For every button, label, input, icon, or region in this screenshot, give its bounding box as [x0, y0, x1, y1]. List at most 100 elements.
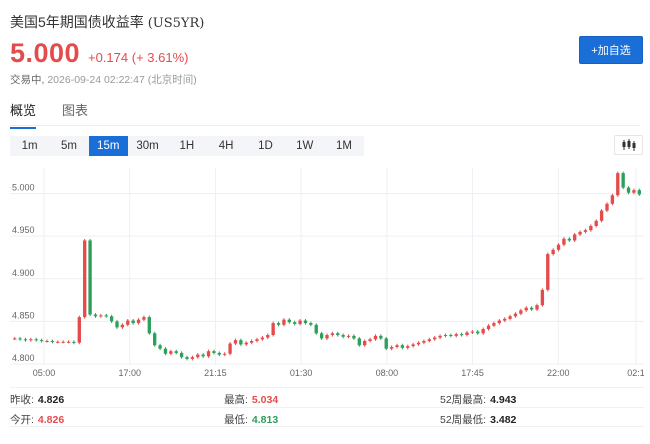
candle-body: [244, 342, 248, 345]
candle-body: [529, 307, 534, 310]
candle-body: [115, 321, 119, 328]
stats-row: 今开: 4.826 最低: 4.813 52周最低: 3.482: [10, 407, 644, 427]
candle-body: [298, 320, 302, 324]
candle-body: [158, 345, 162, 349]
candle-body: [266, 335, 270, 338]
candle-body: [443, 335, 448, 337]
x-tick-label: 01:30: [290, 368, 313, 378]
candle-body: [578, 231, 582, 235]
candle-body: [233, 340, 238, 344]
period-5m[interactable]: 5m: [49, 136, 88, 156]
candle-body: [325, 335, 329, 339]
stat-open: 今开: 4.826: [10, 414, 65, 426]
add-to-watchlist-button[interactable]: +加自选: [579, 36, 643, 64]
candle-body: [50, 340, 55, 342]
candle-body: [260, 337, 265, 340]
candle-body: [61, 341, 65, 343]
period-1w[interactable]: 1W: [285, 136, 324, 156]
candle-body: [562, 238, 566, 245]
candle-body: [83, 240, 87, 318]
stat-high: 最高: 5.034: [224, 394, 279, 406]
stat-52wk-high: 52周最高: 4.943: [440, 394, 517, 406]
stats-row: 昨收: 4.826 最高: 5.034 52周最高: 4.943: [10, 387, 644, 407]
candle-body: [427, 339, 431, 341]
x-tick-label: 08:00: [376, 368, 399, 378]
candle-body: [599, 210, 604, 221]
candle-body: [23, 339, 28, 341]
candle-body: [196, 354, 200, 358]
candle-body: [99, 315, 103, 317]
candle-body: [573, 234, 577, 241]
stat-52wk-low: 52周最低: 3.482: [440, 414, 517, 426]
period-1h[interactable]: 1H: [167, 136, 206, 156]
candle-body: [330, 333, 335, 336]
candle-body: [363, 340, 367, 346]
candle-body: [72, 341, 76, 343]
candle-body: [287, 319, 291, 323]
candle-body: [540, 289, 545, 306]
candle-body: [621, 173, 625, 188]
candle-body: [454, 334, 458, 336]
candle-body: [632, 190, 636, 193]
prev-close-value: 4.826: [37, 394, 65, 406]
candle-body: [341, 335, 345, 337]
candle-body: [605, 203, 609, 211]
low-value: 4.813: [251, 414, 279, 426]
period-1d[interactable]: 1D: [246, 136, 285, 156]
candle-body: [309, 323, 313, 325]
candle-body: [616, 173, 620, 196]
period-4h[interactable]: 4H: [206, 136, 245, 156]
candle-body: [395, 345, 399, 347]
candle-body: [169, 351, 173, 354]
candle-body: [212, 351, 216, 353]
chart-type-button[interactable]: [614, 135, 643, 155]
candle-body: [336, 333, 340, 336]
candle-body: [217, 352, 221, 355]
candle-body: [637, 190, 641, 195]
candle-body: [34, 339, 38, 341]
timestamp: 2026-09-24 02:22:47 (北京时间): [47, 74, 197, 86]
period-15m[interactable]: 15m: [88, 136, 128, 156]
period-1m[interactable]: 1m: [10, 136, 49, 156]
candle-body: [223, 353, 227, 355]
x-tick-label: 17:45: [461, 368, 484, 378]
trading-status: 交易中, 2026-09-24 02:22:47 (北京时间): [10, 72, 197, 87]
period-1mo[interactable]: 1M: [324, 136, 363, 156]
instrument-code: (US5YR): [147, 16, 205, 31]
x-tick-label: 02:1: [627, 368, 644, 378]
candle-body: [293, 322, 297, 324]
candle-body: [556, 244, 561, 250]
candle-body: [626, 187, 631, 193]
candle-body: [384, 338, 388, 349]
candle-body: [583, 230, 588, 232]
instrument-name: 美国5年期国债收益率: [10, 14, 144, 30]
candle-body: [18, 338, 22, 340]
open-value: 4.826: [37, 414, 65, 426]
candle-body: [153, 333, 157, 346]
candle-body: [179, 352, 184, 358]
candle-body: [174, 351, 178, 353]
candle-body: [352, 335, 356, 339]
candle-body: [142, 317, 146, 320]
candle-body: [185, 357, 189, 359]
current-price: 5.000: [10, 38, 81, 68]
period-selector: 1m 5m 15m 30m 1H 4H 1D 1W 1M: [10, 136, 364, 156]
candle-body: [497, 320, 501, 324]
x-tick-label: 22:00: [547, 368, 570, 378]
candle-body: [314, 324, 318, 334]
period-30m[interactable]: 30m: [128, 136, 167, 156]
candle-body: [190, 357, 195, 359]
y-tick-label: 4.850: [12, 310, 35, 320]
price-chart[interactable]: 4.800 4.850 4.900 4.950 5.000 05:00 17:00 21:15…: [10, 166, 645, 378]
candle-body: [546, 254, 550, 290]
x-tick-label: 17:00: [118, 368, 141, 378]
y-tick-label: 4.950: [12, 225, 35, 235]
stat-low: 最低: 4.813: [224, 414, 279, 426]
instrument-title: 美国5年期国债收益率 (US5YR): [10, 12, 204, 32]
candle-body: [433, 337, 437, 340]
candle-body: [465, 332, 469, 336]
candle-body: [379, 335, 383, 339]
candle-body: [373, 335, 378, 340]
candle-body: [282, 319, 286, 325]
52wk-low-value: 3.482: [490, 414, 517, 426]
